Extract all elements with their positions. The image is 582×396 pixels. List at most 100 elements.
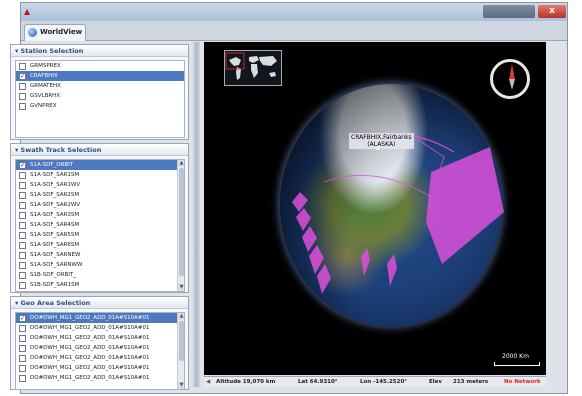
status-bar: ◀ Altitude 19,070 km Lat 64.9310° Lon -1… <box>204 376 546 387</box>
ground-station-name: CRAFBHIX,Fairbanks <box>351 134 412 141</box>
checkbox[interactable] <box>19 375 26 382</box>
list-item[interactable]: S1B-SDF_ORBIT_ <box>16 270 184 280</box>
tab-strip: WorldView <box>21 21 567 41</box>
geo-area-label: DO#DWH_MG1_GEO2_ADD_01A#S10A#01 <box>30 355 150 361</box>
geo-area-label: DO#DWH_MG1_GEO2_ADD_01A#S10A#01 <box>30 325 150 331</box>
checkbox[interactable] <box>19 335 26 342</box>
list-item[interactable]: DO#DWH_MG1_GEO2_ADD_01A#S10A#01 <box>16 363 184 373</box>
close-button[interactable]: x <box>538 5 566 18</box>
scroll-up-icon[interactable]: ▲ <box>178 313 184 320</box>
swath-label: S1A-SDF_ORBIT <box>30 162 74 168</box>
list-item[interactable]: DO#DWH_MG1_GEO2_ADD_01A#S10A#01 <box>16 343 184 353</box>
tab-label: WorldView <box>40 28 83 36</box>
checkbox[interactable] <box>19 182 26 189</box>
station-selection-header[interactable]: ▾ Station Selection <box>11 45 188 57</box>
list-item[interactable]: DO#DWH_MG1_GEO2_ADD_01A#S10A#01 <box>16 373 184 383</box>
checkbox[interactable] <box>19 272 26 279</box>
station-list[interactable]: GRMSPREX ✓ CRAFBHIX GRMATEHX GSVLBRHX GVN… <box>15 60 185 138</box>
list-item[interactable]: GRMSPREX <box>16 61 184 71</box>
checkbox[interactable] <box>19 83 26 90</box>
list-item[interactable]: DO#DWH_MG1_GEO2_ADD_01A#S10A#01 <box>16 353 184 363</box>
ground-station-label: CRAFBHIX,Fairbanks (ALASKA) <box>349 133 414 149</box>
geo-area-selection-panel: ▾ Geo Area Selection ✓ DO#DWH_MG1_GEO2_AD… <box>10 296 189 390</box>
scroll-thumb[interactable] <box>179 168 184 276</box>
split-pane-divider[interactable] <box>193 42 200 387</box>
checkbox[interactable] <box>19 282 26 289</box>
swath-strip <box>292 192 308 212</box>
checkbox[interactable] <box>19 172 26 179</box>
list-item[interactable]: S1B-SDF_SAR1SM <box>16 280 184 290</box>
checkbox[interactable]: ✓ <box>19 162 26 169</box>
checkbox[interactable] <box>19 222 26 229</box>
list-item[interactable]: S1A-SDF_SAR4SM <box>16 220 184 230</box>
app-logo-icon: ▲ <box>24 7 31 16</box>
list-item[interactable]: S1A-SDF_SAR2WV <box>16 200 184 210</box>
checkbox[interactable] <box>19 212 26 219</box>
swath-strip <box>387 254 397 286</box>
checkbox[interactable] <box>19 242 26 249</box>
geo-area-label: DO#DWH_MG1_GEO2_ADD_01A#S10A#01 <box>30 345 150 351</box>
geo-area-list[interactable]: ✓ DO#DWH_MG1_GEO2_ADD_01A#S10A#01 DO#DWH_… <box>15 312 185 390</box>
geo-area-label: DO#DWH_MG1_GEO2_ADD_01A#S10A#01 <box>30 365 150 371</box>
list-item[interactable]: S1A-SDF_SAR2SM <box>16 190 184 200</box>
scrollbar[interactable]: ▲ ▼ <box>177 313 184 389</box>
checkbox[interactable] <box>19 355 26 362</box>
geo-area-selection-header[interactable]: ▾ Geo Area Selection <box>11 297 188 309</box>
scroll-down-icon[interactable]: ▼ <box>178 284 184 291</box>
swath-track-list[interactable]: ✓ S1A-SDF_ORBIT S1A-SDF_SAR1SM S1A-SDF_SA… <box>15 159 185 292</box>
swath-strip <box>296 208 311 231</box>
list-item[interactable]: GVNPREX <box>16 101 184 111</box>
swath-label: S1A-SDF_SAR1SM <box>30 172 80 178</box>
checkbox[interactable]: ✓ <box>19 315 26 322</box>
tab-worldview[interactable]: WorldView <box>24 24 86 41</box>
checkbox[interactable] <box>19 325 26 332</box>
checkbox[interactable] <box>19 252 26 259</box>
swath-strip <box>361 248 370 276</box>
title-bar-control[interactable] <box>483 5 535 18</box>
list-item[interactable]: S1A-SDF_SAR1SM <box>16 170 184 180</box>
checkbox[interactable] <box>19 262 26 269</box>
checkbox[interactable]: ✓ <box>19 73 26 80</box>
checkbox[interactable] <box>19 232 26 239</box>
checkbox[interactable] <box>19 192 26 199</box>
list-item[interactable]: S1A-SDF_SAR5SM <box>16 230 184 240</box>
checkbox[interactable] <box>19 103 26 110</box>
list-item[interactable]: ✓ S1A-SDF_ORBIT <box>16 160 184 170</box>
list-item[interactable]: ✓ CRAFBHIX <box>16 71 184 81</box>
swath-label: S1A-SDF_SAR2WV <box>30 202 81 208</box>
list-item[interactable]: S1A-SDF_SAR6SM <box>16 240 184 250</box>
scroll-down-icon[interactable]: ▼ <box>178 382 184 389</box>
orbit-track-line <box>323 174 440 203</box>
list-item[interactable]: S1A-SDF_SAR3SM <box>16 210 184 220</box>
checkbox[interactable] <box>19 202 26 209</box>
swath-label: S1A-SDF_SAR4SM <box>30 222 80 228</box>
globe-viewer[interactable]: CRAFBHIX,Fairbanks (ALASKA) 2000 Km <box>204 42 546 375</box>
status-latitude: Lat 64.9310° <box>298 379 338 385</box>
scroll-up-icon[interactable]: ▲ <box>178 160 184 167</box>
list-item[interactable]: ✓ DO#DWH_MG1_GEO2_ADD_01A#S10A#01 <box>16 313 184 323</box>
ground-station-region: (ALASKA) <box>367 141 396 148</box>
checkbox[interactable] <box>19 63 26 70</box>
list-item[interactable]: DO#DWH_MG1_GEO2_ADD_01A#S10A#01 <box>16 333 184 343</box>
list-item[interactable]: GRMATEHX <box>16 81 184 91</box>
status-altitude: Altitude 19,070 km <box>216 379 276 385</box>
geo-area-label: DO#DWH_MG1_GEO2_ADD_01A#S10A#01 <box>30 335 150 341</box>
scroll-thumb[interactable] <box>179 321 184 361</box>
list-item[interactable]: S1A-SDF_SAR1WV <box>16 180 184 190</box>
list-item[interactable]: S1A-SDF_SARNWW <box>16 260 184 270</box>
list-item[interactable]: GSVLBRHX <box>16 91 184 101</box>
swath-track-selection-header[interactable]: ▾ Swath Track Selection <box>11 144 188 156</box>
status-arrow-icon[interactable]: ◀ <box>206 377 210 387</box>
swath-label: S1A-SDF_SAR1WV <box>30 182 81 188</box>
panel-title: Swath Track Selection <box>20 146 102 154</box>
scrollbar[interactable]: ▲ ▼ <box>177 160 184 291</box>
list-item[interactable]: S1A-SDF_SARNEW <box>16 250 184 260</box>
swath-label: S1B-SDF_SAR1SM <box>30 282 80 288</box>
list-item[interactable]: DO#DWH_MG1_GEO2_ADD_01A#S10A#01 <box>16 323 184 333</box>
checkbox[interactable] <box>19 93 26 100</box>
swath-label: S1A-SDF_SARNWW <box>30 262 83 268</box>
checkbox[interactable] <box>19 345 26 352</box>
panel-title: Station Selection <box>20 47 84 55</box>
title-bar[interactable]: ▲ x <box>21 3 567 21</box>
checkbox[interactable] <box>19 365 26 372</box>
